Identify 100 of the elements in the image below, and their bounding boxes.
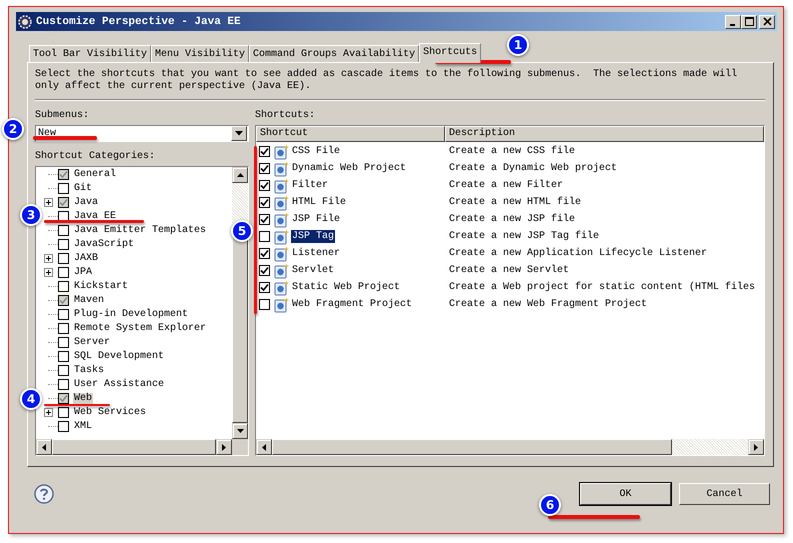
shortcut-name[interactable]: JSP File [291, 213, 342, 226]
checkbox[interactable] [58, 308, 69, 320]
expand-icon[interactable] [44, 408, 53, 416]
checkbox[interactable] [58, 182, 69, 194]
description-cell-text: Create a new Filter [448, 180, 564, 191]
category-item[interactable]: Web [73, 392, 94, 404]
category-item[interactable]: Kickstart [73, 280, 130, 292]
shortcut-name[interactable]: Filter [291, 179, 330, 192]
category-item[interactable]: JavaScript [73, 238, 136, 250]
checkbox[interactable] [58, 238, 69, 250]
category-item[interactable]: General [73, 168, 118, 180]
checkbox[interactable] [58, 406, 69, 418]
category-item[interactable]: Remote System Explorer [73, 322, 208, 334]
category-item[interactable]: Plug-in Development [73, 308, 190, 320]
shortcut-name[interactable]: Servlet [291, 264, 336, 277]
category-item[interactable]: Web Services [73, 406, 148, 418]
checkbox[interactable] [58, 392, 69, 404]
checkbox[interactable] [58, 322, 69, 334]
shortcut-name[interactable]: CSS File [291, 145, 342, 158]
column-header[interactable]: Description [445, 126, 764, 142]
wizard-icon [274, 178, 290, 194]
shortcut-name[interactable]: Dynamic Web Project [291, 162, 408, 175]
checkbox[interactable] [259, 163, 270, 174]
wizard-icon [274, 262, 290, 278]
shortcut-name[interactable]: JSP Tag [291, 230, 336, 243]
wizard-icon [274, 212, 290, 228]
tab[interactable]: Menu Visibility [151, 45, 250, 62]
description-cell-text: Create a new Application Lifecycle Listener [448, 248, 708, 259]
right-arrow-icon [754, 444, 758, 450]
cancel-button[interactable]: Cancel [679, 483, 770, 505]
shortcut-name[interactable]: Static Web Project [291, 281, 402, 294]
submenus-label: Submenus: [35, 109, 90, 122]
checkbox[interactable] [58, 350, 69, 362]
caret-icon [235, 131, 243, 136]
tab[interactable]: Command Groups Availability [249, 45, 420, 62]
description-cell-text: Create a new CSS file [448, 146, 576, 157]
tab[interactable]: Tool Bar Visibility [29, 45, 152, 62]
expand-icon[interactable] [44, 198, 53, 206]
category-item[interactable]: Git [73, 182, 94, 194]
checkbox[interactable] [58, 280, 69, 292]
up-arrow-icon [236, 173, 244, 177]
expand-icon[interactable] [44, 268, 53, 276]
checkbox[interactable] [259, 180, 270, 191]
checkbox[interactable] [259, 282, 270, 293]
column-header[interactable]: Shortcut [256, 126, 445, 142]
horizontal-scrollbar[interactable] [256, 439, 764, 455]
category-item[interactable]: Server [73, 336, 112, 348]
category-item[interactable]: JPA [73, 266, 94, 278]
checkbox[interactable] [58, 196, 69, 208]
category-item[interactable]: SQL Development [73, 350, 166, 362]
description-cell-text: Create a new HTML file [448, 197, 582, 208]
down-arrow-icon [236, 429, 244, 433]
ok-button[interactable]: OK [580, 483, 671, 505]
wizard-icon [274, 246, 290, 262]
checkbox[interactable] [58, 252, 69, 264]
checkbox[interactable] [58, 168, 69, 180]
checkbox[interactable] [58, 210, 69, 222]
checkbox[interactable] [259, 248, 270, 259]
submenu-dropdown[interactable]: New [35, 125, 249, 142]
wizard-icon [274, 296, 290, 312]
callout-line [44, 404, 110, 406]
checkbox[interactable] [259, 197, 270, 208]
checkbox[interactable] [259, 265, 270, 276]
checkbox[interactable] [58, 364, 69, 376]
shortcut-name[interactable]: Web Fragment Project [291, 298, 414, 311]
wizard-icon [274, 160, 290, 176]
checkbox[interactable] [58, 224, 69, 236]
expand-icon[interactable] [44, 254, 53, 262]
categories-label: Shortcut Categories: [35, 150, 156, 163]
category-item[interactable]: XML [73, 420, 94, 432]
checkbox[interactable] [58, 294, 69, 306]
checkbox[interactable] [259, 214, 270, 225]
checkbox[interactable] [259, 299, 270, 310]
description-text: Select the shortcuts that you want to see added as cascade items to the following submenus. The selections made will only affect the current perspective (Java EE). [35, 69, 738, 93]
shortcut-name[interactable]: Listener [291, 247, 342, 260]
left-arrow-icon [42, 444, 46, 450]
checkbox[interactable] [58, 420, 69, 432]
window-title: Customize Perspective - Java EE [36, 16, 242, 28]
category-item[interactable]: Maven [73, 294, 106, 306]
checkbox[interactable] [58, 378, 69, 390]
wizard-icon [274, 144, 290, 160]
category-item[interactable]: Java [73, 196, 100, 208]
checkbox[interactable] [58, 266, 69, 278]
maximize-icon[interactable] [744, 17, 754, 26]
category-item[interactable]: Java Emitter Templates [73, 224, 208, 236]
scrollbar[interactable] [232, 167, 248, 439]
description-cell-text: Create a new JSP file [448, 214, 576, 225]
checkbox[interactable] [58, 336, 69, 348]
category-item[interactable]: Java EE [73, 210, 118, 222]
category-item[interactable]: User Assistance [73, 378, 166, 390]
category-item[interactable]: JAXB [73, 252, 100, 264]
shortcut-name[interactable]: HTML File [291, 196, 348, 209]
right-arrow-icon [222, 444, 226, 450]
checkbox[interactable] [259, 146, 270, 157]
checkbox[interactable] [259, 231, 270, 242]
close-icon[interactable] [762, 17, 772, 26]
category-item[interactable]: Tasks [73, 364, 106, 376]
tab[interactable]: Shortcuts [419, 43, 482, 63]
description-cell-text: Create a new JSP Tag file [448, 231, 600, 242]
help-icon[interactable] [34, 484, 54, 504]
